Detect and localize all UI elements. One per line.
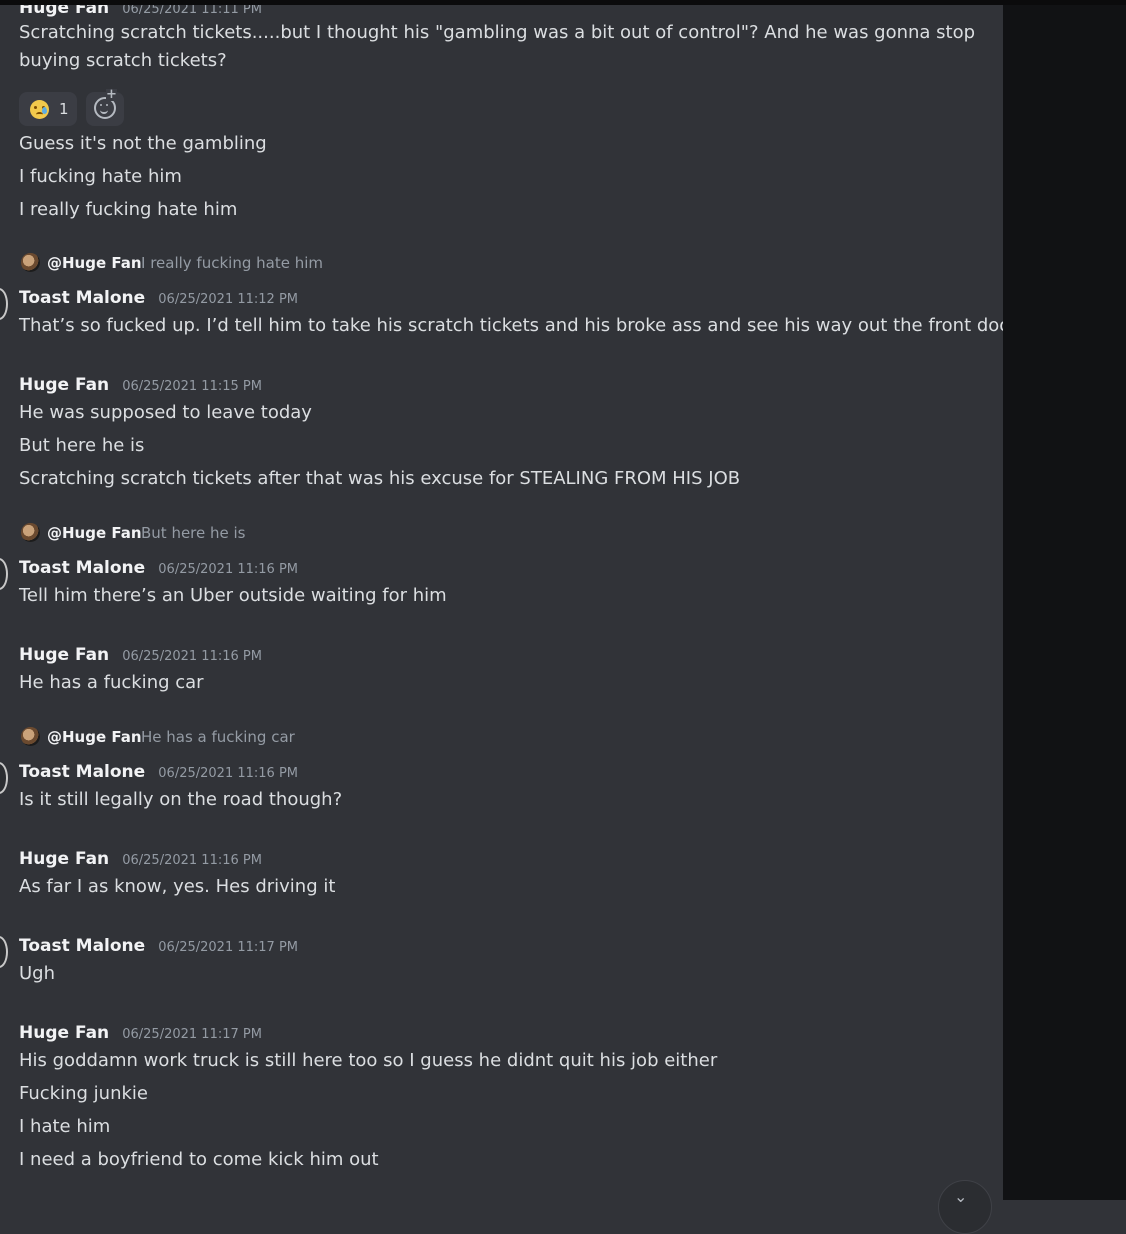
message-group: Toast Malone 06/25/2021 11:17 PM Ugh bbox=[19, 935, 989, 990]
reaction-crying[interactable]: 1 bbox=[19, 92, 77, 126]
reaction-count: 1 bbox=[59, 100, 69, 118]
message-group: Guess it's not the gambling I fucking ha… bbox=[19, 127, 989, 226]
timestamp: 06/25/2021 11:11 PM bbox=[122, 5, 262, 17]
timestamp: 06/25/2021 11:16 PM bbox=[158, 562, 298, 577]
message-text: Scratching scratch tickets.....but I tho… bbox=[19, 22, 976, 71]
reply-preview: But here he is bbox=[141, 524, 246, 542]
username[interactable]: Toast Malone bbox=[19, 558, 145, 578]
message-text: Ugh bbox=[19, 963, 56, 984]
reply-username[interactable]: @Huge Fan bbox=[47, 522, 142, 544]
message-text: I hate him bbox=[19, 1116, 111, 1137]
message-group: Huge Fan 06/25/2021 11:11 PM Scratching … bbox=[19, 5, 989, 75]
message-text: Tell him there’s an Uber outside waiting… bbox=[19, 585, 447, 606]
message-text: Guess it's not the gambling bbox=[19, 133, 267, 154]
reply-preview: I really fucking hate him bbox=[141, 254, 323, 272]
message-text: His goddamn work truck is still here too… bbox=[19, 1050, 718, 1071]
timestamp: 06/25/2021 11:16 PM bbox=[122, 853, 262, 868]
timestamp: 06/25/2021 11:12 PM bbox=[158, 292, 298, 307]
timestamp: 06/25/2021 11:16 PM bbox=[158, 766, 298, 781]
message-text: Scratching scratch tickets after that wa… bbox=[19, 468, 741, 489]
timestamp: 06/25/2021 11:17 PM bbox=[158, 940, 298, 955]
avatar bbox=[21, 727, 40, 746]
message-group: Huge Fan 06/25/2021 11:16 PM As far I as… bbox=[19, 848, 989, 903]
reply-username[interactable]: @Huge Fan bbox=[47, 252, 142, 274]
username[interactable]: Huge Fan bbox=[19, 375, 109, 395]
timestamp: 06/25/2021 11:15 PM bbox=[122, 379, 262, 394]
message-text: I fucking hate him bbox=[19, 166, 182, 187]
reply-preview: He has a fucking car bbox=[141, 728, 295, 746]
message-group: Huge Fan 06/25/2021 11:15 PM He was supp… bbox=[19, 374, 989, 495]
message-group: Huge Fan 06/25/2021 11:17 PM His goddamn… bbox=[19, 1022, 989, 1176]
add-reaction-button[interactable]: + bbox=[86, 87, 124, 126]
message-group: Huge Fan 06/25/2021 11:16 PM He has a fu… bbox=[19, 644, 989, 699]
avatar[interactable] bbox=[0, 762, 8, 794]
tear-icon bbox=[42, 107, 47, 114]
message-text: Is it still legally on the road though? bbox=[19, 789, 343, 810]
avatar bbox=[21, 253, 40, 272]
avatar[interactable] bbox=[0, 936, 8, 968]
timestamp: 06/25/2021 11:16 PM bbox=[122, 649, 262, 664]
username[interactable]: Toast Malone bbox=[19, 762, 145, 782]
chevron-down-icon: ⌄ bbox=[954, 1187, 968, 1206]
timestamp: 06/25/2021 11:17 PM bbox=[122, 1027, 262, 1042]
jump-to-present-button[interactable]: ⌄ bbox=[938, 1180, 992, 1234]
message-text: As far I as know, yes. Hes driving it bbox=[19, 876, 336, 897]
avatar[interactable] bbox=[0, 288, 8, 320]
reply-username[interactable]: @Huge Fan bbox=[47, 726, 142, 748]
message-text: I really fucking hate him bbox=[19, 199, 238, 220]
message-text: That’s so fucked up. I’d tell him to tak… bbox=[19, 315, 1003, 336]
member-list-panel bbox=[1003, 5, 1126, 1200]
message-text: I need a boyfriend to come kick him out bbox=[19, 1149, 379, 1170]
message-group: Toast Malone 06/25/2021 11:16 PM Tell hi… bbox=[19, 557, 989, 612]
avatar[interactable] bbox=[0, 558, 8, 590]
username[interactable]: Toast Malone bbox=[19, 936, 145, 956]
message-group: Toast Malone 06/25/2021 11:16 PM Is it s… bbox=[19, 761, 989, 816]
username[interactable]: Huge Fan bbox=[19, 1023, 109, 1043]
message-group: Toast Malone 06/25/2021 11:12 PM That’s … bbox=[19, 287, 1003, 342]
username[interactable]: Huge Fan bbox=[19, 849, 109, 869]
message-text: Fucking junkie bbox=[19, 1083, 148, 1104]
username[interactable]: Toast Malone bbox=[19, 288, 145, 308]
plus-icon: + bbox=[106, 87, 117, 102]
message-text: He was supposed to leave today bbox=[19, 402, 312, 423]
username[interactable]: Huge Fan bbox=[19, 5, 109, 18]
username[interactable]: Huge Fan bbox=[19, 645, 109, 665]
message-text: He has a fucking car bbox=[19, 672, 204, 693]
avatar bbox=[21, 523, 40, 542]
message-text: But here he is bbox=[19, 435, 145, 456]
message-list: Huge Fan 06/25/2021 11:11 PM Scratching … bbox=[0, 5, 1003, 1200]
